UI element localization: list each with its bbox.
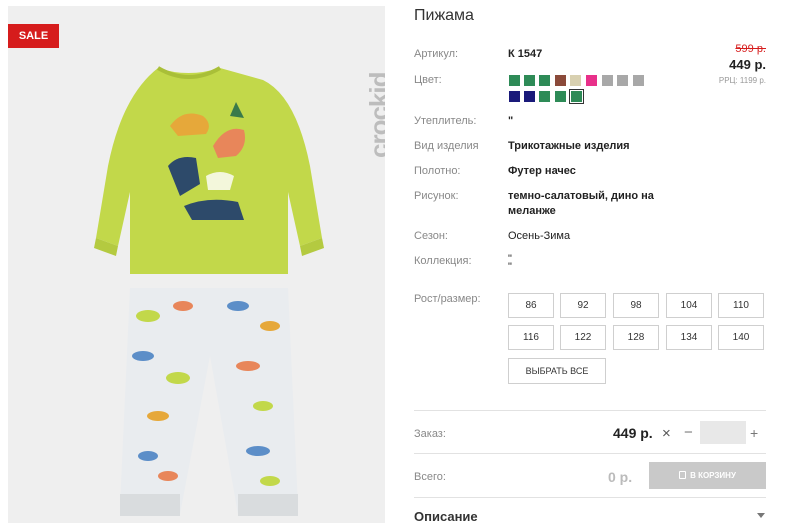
collection-label: Коллекция: <box>414 255 472 267</box>
size-button[interactable]: 134 <box>666 325 712 350</box>
type-label: Вид изделия <box>414 140 479 152</box>
season-label: Сезон: <box>414 230 448 242</box>
total-value: 0 р. <box>608 469 633 485</box>
color-swatch[interactable] <box>524 75 535 86</box>
color-swatch[interactable] <box>555 75 566 86</box>
chevron-down-icon[interactable] <box>757 513 765 518</box>
color-swatch[interactable] <box>524 91 535 102</box>
collection-value-line2: " <box>508 261 512 273</box>
product-image[interactable]: SALE crockid <box>8 6 385 523</box>
quantity-input[interactable] <box>700 421 746 444</box>
color-swatch-selected[interactable] <box>569 89 584 104</box>
color-swatch[interactable] <box>633 75 644 86</box>
remove-order-icon[interactable]: × <box>662 425 671 442</box>
product-title: Пижама <box>414 7 474 24</box>
divider <box>414 497 766 498</box>
total-label: Всего: <box>414 471 446 483</box>
order-label: Заказ: <box>414 428 446 440</box>
print-value-line1: темно-салатовый, дино на <box>508 190 654 202</box>
current-price: 449 р. <box>729 57 766 72</box>
size-label: Рост/размер: <box>414 293 481 305</box>
order-price: 449 р. <box>613 425 653 441</box>
rrp-price: РРЦ: 1199 р. <box>718 76 766 85</box>
fabric-label: Полотно: <box>414 165 461 177</box>
color-swatch[interactable] <box>586 75 597 86</box>
divider <box>414 410 766 411</box>
size-button[interactable]: 110 <box>718 293 764 318</box>
decrease-quantity-button[interactable]: − <box>684 424 693 441</box>
color-swatch[interactable] <box>539 75 550 86</box>
brand-logo: crockid <box>364 72 385 159</box>
size-button[interactable]: 92 <box>560 293 606 318</box>
pajama-illustration <box>94 66 324 516</box>
size-button[interactable]: 98 <box>613 293 659 318</box>
print-value-line2: меланже <box>508 205 556 217</box>
color-swatch[interactable] <box>555 91 566 102</box>
old-price: 599 р. <box>735 43 766 55</box>
insulation-label: Утеплитель: <box>414 115 477 127</box>
color-swatch[interactable] <box>539 91 550 102</box>
article-label: Артикул: <box>414 48 459 60</box>
print-label: Рисунок: <box>414 190 459 202</box>
add-to-cart-label: В КОРЗИНУ <box>690 471 736 480</box>
color-label: Цвет: <box>414 74 442 86</box>
size-button[interactable]: 104 <box>666 293 712 318</box>
sale-badge: SALE <box>8 24 59 48</box>
insulation-value: " <box>508 115 514 127</box>
add-to-cart-button[interactable]: В КОРЗИНУ <box>649 462 766 489</box>
size-button[interactable]: 86 <box>508 293 554 318</box>
size-button[interactable]: 122 <box>560 325 606 350</box>
color-swatch[interactable] <box>617 75 628 86</box>
size-button[interactable]: 140 <box>718 325 764 350</box>
cart-bag-icon <box>679 471 687 479</box>
description-toggle[interactable]: Описание <box>414 509 478 523</box>
type-value: Трикотажные изделия <box>508 140 630 152</box>
color-swatch[interactable] <box>602 75 613 86</box>
color-swatch[interactable] <box>509 75 520 86</box>
fabric-value: Футер начес <box>508 165 576 177</box>
size-button[interactable]: 128 <box>613 325 659 350</box>
color-swatch[interactable] <box>570 75 581 86</box>
divider <box>414 453 766 454</box>
season-value: Осень-Зима <box>508 230 571 242</box>
select-all-sizes-button[interactable]: ВЫБРАТЬ ВСЕ <box>508 358 606 384</box>
increase-quantity-button[interactable]: + <box>750 425 758 441</box>
article-value: К 1547 <box>508 48 543 60</box>
color-swatch[interactable] <box>509 91 520 102</box>
size-button[interactable]: 116 <box>508 325 554 350</box>
